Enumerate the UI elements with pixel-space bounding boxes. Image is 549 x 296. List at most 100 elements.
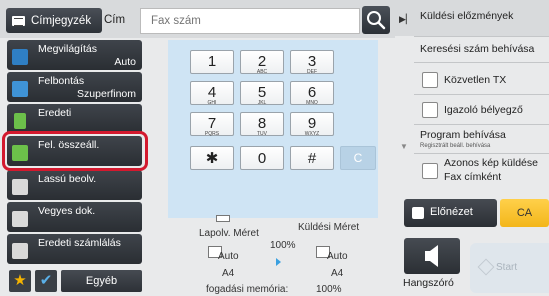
key-digit: 0	[257, 150, 267, 167]
divider	[414, 62, 549, 63]
original-count-icon	[12, 243, 28, 259]
speaker-icon	[425, 245, 438, 267]
sidebar-item-label: Eredeti	[38, 107, 72, 119]
same-image-checkbox[interactable]	[422, 163, 438, 179]
scan-icon	[216, 215, 230, 222]
favorite-button[interactable]: ★	[9, 270, 31, 292]
key-5[interactable]: 5 JKL	[240, 81, 284, 106]
key-digit: 3	[307, 53, 317, 70]
key-digit: 7	[207, 115, 217, 132]
start-label: Start	[496, 262, 518, 273]
divider	[414, 153, 549, 154]
key-letters: PQRS	[204, 131, 220, 137]
sidebar-item-label: Lassú beolv.	[38, 173, 97, 185]
exposure-icon	[12, 49, 28, 65]
recall-search-button[interactable]: Keresési szám behívása	[420, 43, 534, 55]
key-9[interactable]: 9 WXYZ	[290, 112, 334, 137]
check-button[interactable]: ✔	[35, 270, 57, 292]
divider	[414, 94, 549, 95]
key-letters: ABC	[256, 69, 268, 75]
memory-value: 100%	[316, 284, 342, 295]
start-button[interactable]: Start	[470, 243, 549, 293]
sidebar-item-original-count[interactable]: Eredeti számlálás	[7, 234, 142, 264]
key-letters: JKL	[257, 100, 267, 106]
key-digit: 5	[257, 84, 267, 101]
sidebar-item-original[interactable]: Eredeti	[7, 104, 142, 134]
scroll-down-icon[interactable]: ▼	[400, 142, 408, 151]
same-image-label-1: Azonos kép küldése	[444, 157, 538, 169]
key-letters: GHI	[207, 100, 217, 106]
mixed-size-icon	[12, 211, 28, 227]
key-digit: 9	[307, 115, 317, 132]
speaker-button[interactable]	[404, 238, 460, 274]
resolution-icon	[12, 81, 28, 97]
direct-tx-checkbox[interactable]	[422, 72, 438, 88]
sidebar-item-label: Felbontás	[38, 75, 85, 87]
program-recall-sub: Regisztrált beáll. behívása	[420, 143, 491, 149]
preview-button[interactable]: Előnézet	[404, 199, 497, 227]
sidebar-item-mixed-size[interactable]: Vegyes dok.	[7, 202, 142, 232]
star-icon: ★	[13, 272, 27, 289]
same-image-label-2: Fax címként	[444, 171, 502, 183]
key-digit: ✱	[205, 150, 219, 167]
preview-icon	[412, 207, 424, 219]
preview-label: Előnézet	[430, 206, 473, 218]
scan-size-label: Lapolv. Méret	[199, 228, 259, 239]
key-digit: 6	[307, 84, 317, 101]
search-button[interactable]	[362, 6, 390, 34]
sidebar-item-resolution[interactable]: Felbontás Szuperfinom	[7, 72, 142, 102]
ca-button[interactable]: CA	[500, 199, 549, 227]
key-digit: 1	[207, 53, 217, 70]
key-digit: 4	[207, 84, 217, 101]
search-icon	[367, 11, 386, 30]
scan-size-value: Auto	[218, 251, 239, 262]
key-hash[interactable]: #	[290, 146, 334, 170]
sidebar-item-label: Megvilágítás	[38, 43, 97, 55]
key-digit: 2	[257, 53, 267, 70]
memory-label: fogadási memória:	[206, 284, 289, 295]
arrow-right-icon	[276, 258, 281, 266]
start-icon	[477, 258, 495, 276]
expand-arrow-icon[interactable]: ▶▏	[399, 14, 413, 25]
key-4[interactable]: 4 GHI	[190, 81, 234, 106]
key-letters: WXYZ	[304, 131, 320, 137]
verification-stamp-checkbox[interactable]	[422, 102, 438, 118]
scan-paper-size: A4	[222, 268, 235, 279]
key-1[interactable]: 1	[190, 50, 234, 74]
key-digit: 8	[257, 115, 267, 132]
send-paper-size: A4	[331, 268, 344, 279]
send-history-button[interactable]: Küldési előzmények	[420, 10, 513, 22]
others-button[interactable]: Egyéb	[61, 270, 142, 292]
key-3[interactable]: 3 DEF	[290, 50, 334, 75]
key-7[interactable]: 7 PQRS	[190, 112, 234, 137]
key-8[interactable]: 8 TUV	[240, 112, 284, 137]
address-book-icon	[12, 15, 25, 26]
key-letters: MNO	[306, 100, 318, 106]
original-icon	[14, 113, 26, 129]
sidebar-item-label: Eredeti számlálás	[38, 237, 121, 249]
verification-stamp-label: Igazoló bélyegző	[444, 104, 523, 116]
key-0[interactable]: 0	[240, 146, 284, 170]
key-2[interactable]: 2 ABC	[240, 50, 284, 75]
divider	[414, 124, 549, 125]
send-size-value: Auto	[327, 251, 348, 262]
highlight-frame	[2, 131, 148, 171]
key-digit: #	[307, 150, 317, 167]
sidebar-item-slow-scan[interactable]: Lassú beolv.	[7, 170, 142, 200]
address-book-button[interactable]: Címjegyzék	[6, 8, 102, 33]
fax-number-input[interactable]	[140, 8, 360, 34]
sidebar-item-value: Auto	[114, 56, 136, 68]
sidebar-item-label: Vegyes dok.	[38, 205, 96, 217]
divider	[414, 36, 549, 37]
send-size-label: Küldési Méret	[298, 222, 360, 233]
slow-scan-icon	[12, 179, 28, 195]
program-recall-button[interactable]: Program behívása	[420, 129, 506, 141]
key-asterisk[interactable]: ✱	[190, 146, 234, 170]
checkmark-icon: ✔	[39, 272, 53, 289]
sidebar-item-value: Szuperfinom	[77, 88, 136, 100]
key-letters: DEF	[307, 69, 317, 75]
sidebar-item-exposure[interactable]: Megvilágítás Auto	[7, 40, 142, 70]
speaker-label: Hangszóró	[403, 277, 454, 289]
clear-button[interactable]: C	[340, 146, 376, 170]
key-6[interactable]: 6 MNO	[290, 81, 334, 106]
